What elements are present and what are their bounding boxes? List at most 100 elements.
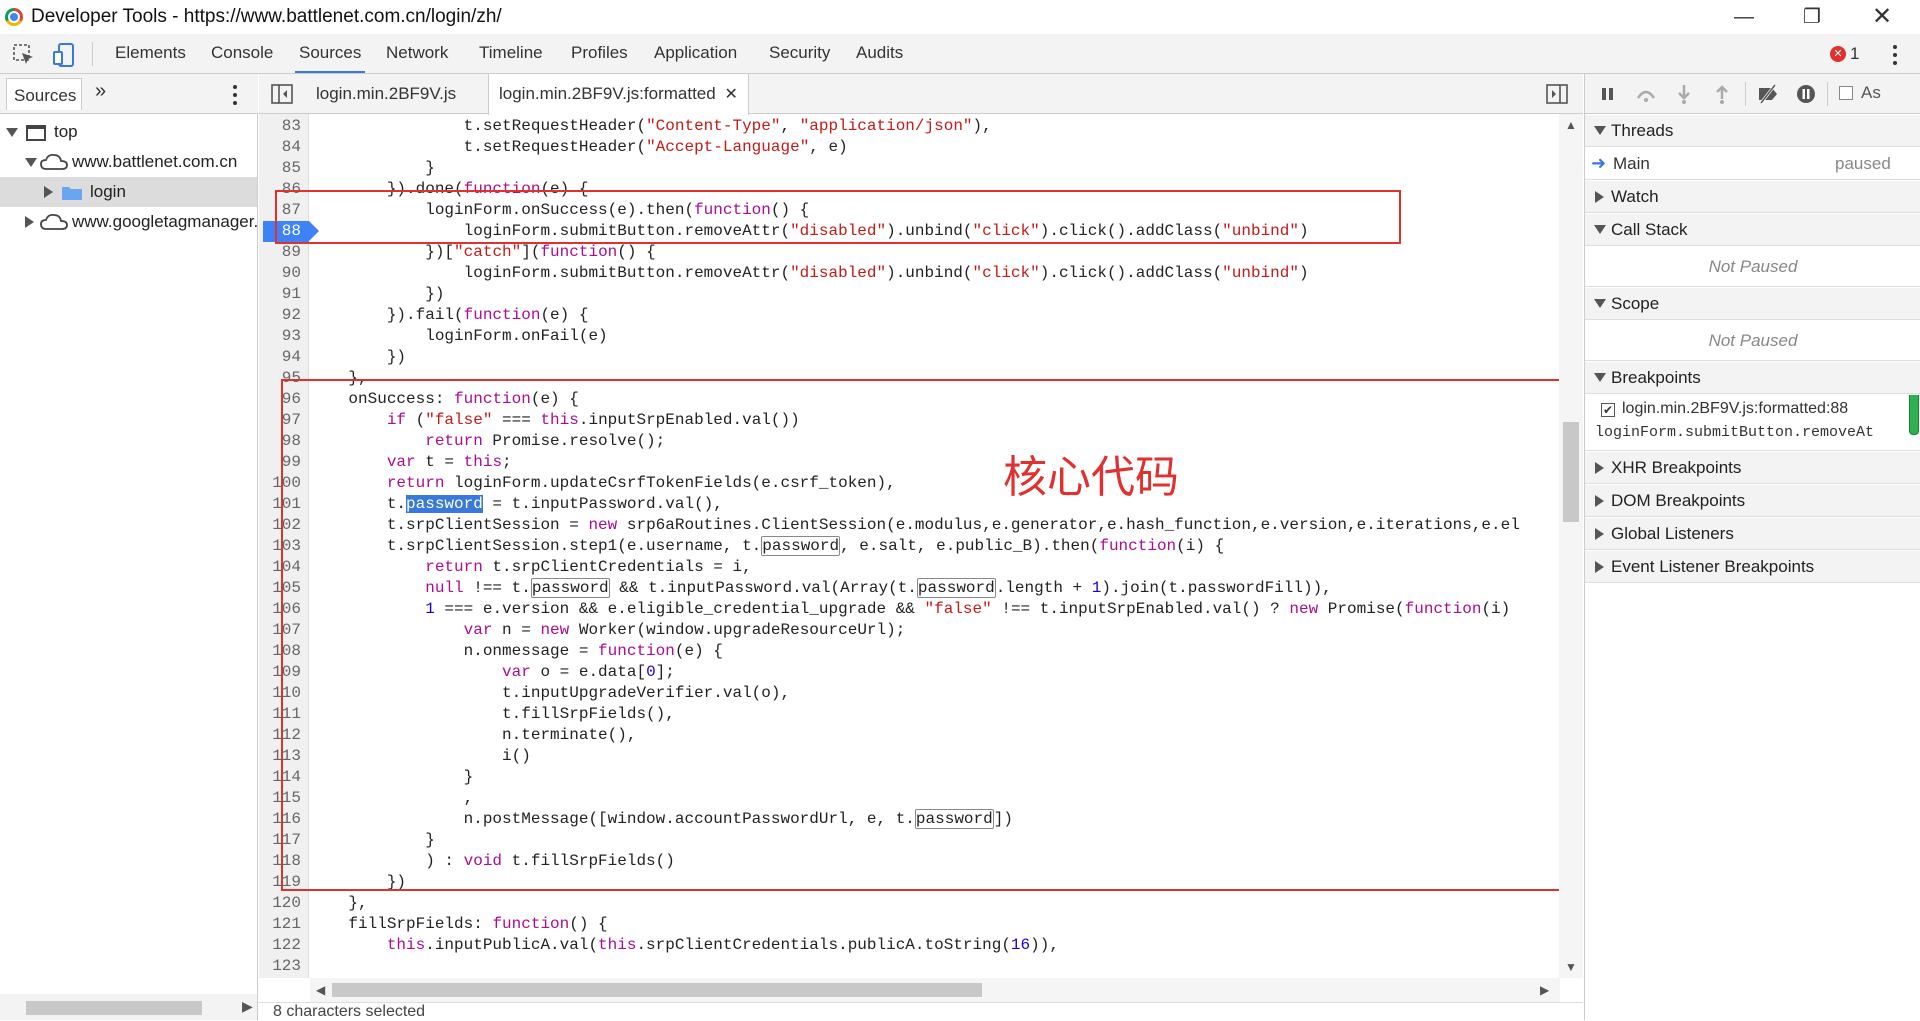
scrollbar-thumb[interactable] [1563, 422, 1579, 522]
pane-title: Event Listener Breakpoints [1611, 557, 1815, 576]
editor-horizontal-scrollbar[interactable]: ◀ ▶ [310, 978, 1560, 1002]
scroll-right-icon[interactable]: ▶ [1540, 983, 1549, 997]
tab-elements[interactable]: Elements [115, 43, 186, 63]
scroll-down-icon[interactable]: ▼ [1565, 960, 1577, 974]
devtools-tab-bar: Elements Console Sources Network Timelin… [0, 34, 1920, 74]
inspect-element-icon[interactable] [12, 43, 36, 67]
toggle-navigator-icon[interactable] [271, 84, 293, 104]
tree-item-top[interactable]: top [0, 117, 257, 147]
line-number[interactable]: 94 [259, 347, 301, 368]
code-line: loginForm.onFail(e) [310, 327, 608, 345]
code-line: t.setRequestHeader("Content-Type", "appl… [310, 117, 992, 135]
pause-icon[interactable] [1597, 84, 1619, 104]
breakpoint-code: loginForm.submitButton.removeAt [1595, 424, 1875, 441]
collapsed-arrow-icon [1595, 495, 1604, 507]
scrollbar-thumb[interactable] [332, 983, 982, 997]
step-out-icon[interactable] [1711, 84, 1733, 104]
deactivate-breakpoints-icon[interactable] [1757, 84, 1779, 104]
scrollbar-thumb[interactable] [26, 1001, 202, 1015]
line-number[interactable]: 93 [259, 326, 301, 347]
line-number[interactable]: 91 [259, 284, 301, 305]
tab-sources[interactable]: Sources [294, 43, 366, 73]
toggle-debugger-icon[interactable] [1546, 84, 1568, 104]
more-options-icon[interactable] [1890, 44, 1900, 66]
code-line: })["catch"](function() { [310, 243, 656, 261]
toolbar-separator [1745, 82, 1746, 106]
code-line: }) [310, 348, 407, 366]
editor-vertical-scrollbar[interactable]: ▲ ▼ [1559, 114, 1583, 978]
minimize-button[interactable]: — [1724, 2, 1764, 32]
line-number[interactable]: 84 [259, 137, 301, 158]
pause-on-exceptions-icon[interactable] [1795, 84, 1817, 104]
call-stack-empty: Not Paused [1708, 257, 1798, 276]
file-tab-minified[interactable]: login.min.2BF9V.js [306, 74, 466, 114]
scroll-left-icon[interactable]: ◀ [316, 983, 325, 997]
resize-grip[interactable] [1909, 395, 1919, 435]
line-number[interactable]: 85 [259, 158, 301, 179]
navigator-tab-sources[interactable]: Sources [6, 78, 82, 110]
line-number[interactable]: 121 [259, 914, 301, 935]
expanded-arrow-icon [1594, 373, 1606, 382]
collapsed-arrow-icon [25, 216, 34, 228]
tree-item-googletagmanager[interactable]: www.googletagmanager.com [0, 207, 257, 237]
line-number[interactable]: 90 [259, 263, 301, 284]
call-stack-pane-header[interactable]: Call Stack [1585, 214, 1920, 246]
tab-console[interactable]: Console [211, 43, 273, 63]
status-text: 8 characters selected [273, 1003, 426, 1020]
scope-pane-header[interactable]: Scope [1585, 288, 1920, 320]
cloud-icon [40, 153, 68, 170]
tab-application[interactable]: Application [654, 43, 737, 63]
breakpoint-checkbox[interactable]: ✔ [1601, 403, 1615, 417]
xhr-breakpoints-pane-header[interactable]: XHR Breakpoints [1585, 452, 1920, 484]
more-tabs-icon[interactable]: » [95, 80, 106, 103]
tree-item-login[interactable]: login [0, 177, 257, 207]
async-checkbox[interactable] [1839, 86, 1853, 100]
close-button[interactable]: ✕ [1862, 2, 1902, 32]
breakpoint-item[interactable]: ✔ login.min.2BF9V.js:formatted:88 loginF… [1585, 395, 1920, 451]
navigator-horizontal-scrollbar[interactable]: ▶ [0, 994, 257, 1020]
navigator-menu-icon[interactable] [230, 84, 240, 106]
folder-icon [62, 187, 82, 200]
step-into-icon[interactable] [1673, 84, 1695, 104]
file-tab-formatted[interactable]: login.min.2BF9V.js:formatted ✕ [488, 74, 749, 115]
line-number[interactable]: 83 [259, 116, 301, 137]
tab-profiles[interactable]: Profiles [571, 43, 628, 63]
code-line: }) [310, 285, 445, 303]
source-editor: login.min.2BF9V.js login.min.2BF9V.js:fo… [259, 74, 1583, 1020]
tab-security[interactable]: Security [769, 43, 830, 63]
line-number[interactable]: 123 [259, 956, 301, 977]
watch-pane-header[interactable]: Watch [1585, 181, 1920, 213]
global-listeners-pane-header[interactable]: Global Listeners [1585, 518, 1920, 550]
close-tab-icon[interactable]: ✕ [724, 86, 737, 103]
call-stack-body: Not Paused [1585, 247, 1920, 287]
line-number[interactable]: 120 [259, 893, 301, 914]
threads-pane-header[interactable]: Threads [1585, 115, 1920, 147]
code-line: this.inputPublicA.val(this.srpClientCred… [386, 936, 1059, 954]
line-number[interactable]: 89 [259, 242, 301, 263]
device-toolbar-icon[interactable] [52, 42, 76, 68]
tab-audits[interactable]: Audits [856, 43, 903, 63]
toolbar-separator [1827, 82, 1828, 106]
event-listener-breakpoints-pane-header[interactable]: Event Listener Breakpoints [1585, 551, 1920, 583]
scroll-up-icon[interactable]: ▲ [1565, 118, 1577, 132]
error-count: 1 [1850, 44, 1860, 63]
navigator-header: Sources » [0, 74, 258, 114]
scroll-right-icon[interactable]: ▶ [242, 998, 253, 1015]
expanded-arrow-icon [1594, 299, 1606, 308]
dom-breakpoints-pane-header[interactable]: DOM Breakpoints [1585, 485, 1920, 517]
file-tab-label: login.min.2BF9V.js [316, 84, 457, 103]
thread-main-row[interactable]: ➜ Main paused [1585, 148, 1920, 180]
breakpoints-pane-header[interactable]: Breakpoints [1585, 362, 1920, 394]
tab-network[interactable]: Network [386, 43, 448, 63]
step-over-icon[interactable] [1635, 84, 1657, 104]
pane-title: Call Stack [1611, 220, 1688, 239]
line-number[interactable]: 92 [259, 305, 301, 326]
file-tab-label: login.min.2BF9V.js:formatted [499, 84, 716, 103]
line-number[interactable]: 122 [259, 935, 301, 956]
window-title: Developer Tools - https://www.battlenet.… [31, 6, 502, 27]
tab-timeline[interactable]: Timeline [479, 43, 543, 63]
annotation-label: 核心代码 [1003, 452, 1179, 503]
tree-item-domain[interactable]: www.battlenet.com.cn [0, 147, 257, 177]
collapsed-arrow-icon [1595, 462, 1604, 474]
restore-button[interactable]: ❐ [1792, 2, 1832, 32]
